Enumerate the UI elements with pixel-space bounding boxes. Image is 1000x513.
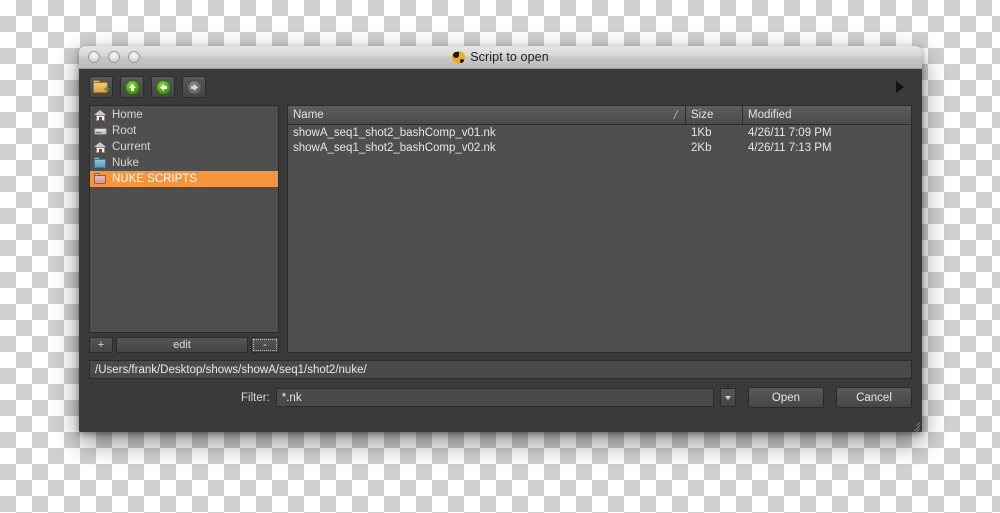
file-name: showA_seq1_shot2_bashComp_v02.nk [293,141,496,154]
parent-directory-button[interactable] [120,76,144,98]
folder-icon [94,157,107,169]
nuke-icon [452,50,466,64]
sidebar-item-current[interactable]: Current [90,139,278,155]
file-modified: 4/26/11 7:09 PM [748,126,832,139]
file-size: 2Kb [691,141,712,154]
sidebar-item-label: Current [112,141,151,153]
main-split: Home Root Current Nuke NUKE SCRIPTS + ed… [79,105,922,353]
new-folder-button[interactable]: + [89,76,113,98]
sidebar-column: Home Root Current Nuke NUKE SCRIPTS + ed… [89,105,279,353]
table-row[interactable]: showA_seq1_shot2_bashComp_v01.nk 1Kb 4/2… [288,125,911,140]
file-size: 1Kb [691,126,712,139]
new-folder-icon: + [92,80,111,96]
edit-bookmark-button[interactable]: edit [116,337,248,353]
filter-label: Filter: [241,391,270,404]
arrow-left-icon [155,79,171,95]
sort-ascending-icon: / [671,108,679,122]
page-backdrop: Script to open + Home Root Current Nuke … [0,0,1000,513]
file-list-header: Name / Size Modified [288,106,911,125]
column-header-label: Name [293,109,324,121]
column-header-name[interactable]: Name / [288,106,686,124]
sidebar-item-nuke[interactable]: Nuke [90,155,278,171]
path-input[interactable]: /Users/frank/Desktop/shows/showA/seq1/sh… [89,360,912,379]
sidebar-item-label: NUKE SCRIPTS [112,173,197,185]
filter-dropdown-button[interactable] [720,388,736,407]
sidebar-item-home[interactable]: Home [90,107,278,123]
file-name: showA_seq1_shot2_bashComp_v01.nk [293,126,496,139]
sidebar-item-root[interactable]: Root [90,123,278,139]
sidebar-buttons: + edit - [89,337,279,353]
add-bookmark-button[interactable]: + [89,337,113,353]
hard-drive-icon [94,125,107,137]
close-button[interactable] [88,51,100,63]
arrow-up-icon [124,79,140,95]
sidebar-item-label: Home [112,109,143,121]
window-controls [88,51,140,63]
remove-bookmark-button[interactable]: - [251,337,279,353]
house-icon [94,109,107,121]
toolbar: + [79,69,922,105]
sidebar-item-label: Root [112,125,137,137]
column-header-label: Modified [748,109,792,121]
file-modified: 4/26/11 7:13 PM [748,141,832,154]
path-row: /Users/frank/Desktop/shows/showA/seq1/sh… [79,353,922,379]
sidebar-list[interactable]: Home Root Current Nuke NUKE SCRIPTS [89,105,279,333]
folder-icon [94,173,107,185]
minimize-button[interactable] [108,51,120,63]
arrow-right-icon [186,79,202,95]
window-title: Script to open [470,50,549,64]
back-button[interactable] [151,76,175,98]
resize-grip[interactable] [907,418,921,432]
triangle-right-icon[interactable] [896,81,904,93]
house-icon [94,141,107,153]
filter-row: Filter: *.nk Open Cancel [79,379,922,408]
filter-input[interactable]: *.nk [275,388,715,407]
dialog-body: + Home Root Current Nuke NUKE SCRIPTS + … [79,69,922,432]
column-header-size[interactable]: Size [686,106,743,124]
file-dialog-window: Script to open + Home Root Current Nuke … [79,46,922,432]
table-row[interactable]: showA_seq1_shot2_bashComp_v02.nk 2Kb 4/2… [288,140,911,155]
column-header-modified[interactable]: Modified [743,106,911,124]
chevron-down-icon [725,395,732,400]
title-bar[interactable]: Script to open [79,46,922,69]
cancel-button[interactable]: Cancel [835,387,912,408]
forward-button[interactable] [182,76,206,98]
file-list[interactable]: Name / Size Modified showA_seq1_shot2_ba… [287,105,912,353]
column-header-label: Size [691,109,714,121]
sidebar-item-nuke-scripts[interactable]: NUKE SCRIPTS [90,171,278,187]
zoom-button[interactable] [128,51,140,63]
title-wrap: Script to open [79,50,922,64]
open-button[interactable]: Open [747,387,824,408]
sidebar-item-label: Nuke [112,157,139,169]
